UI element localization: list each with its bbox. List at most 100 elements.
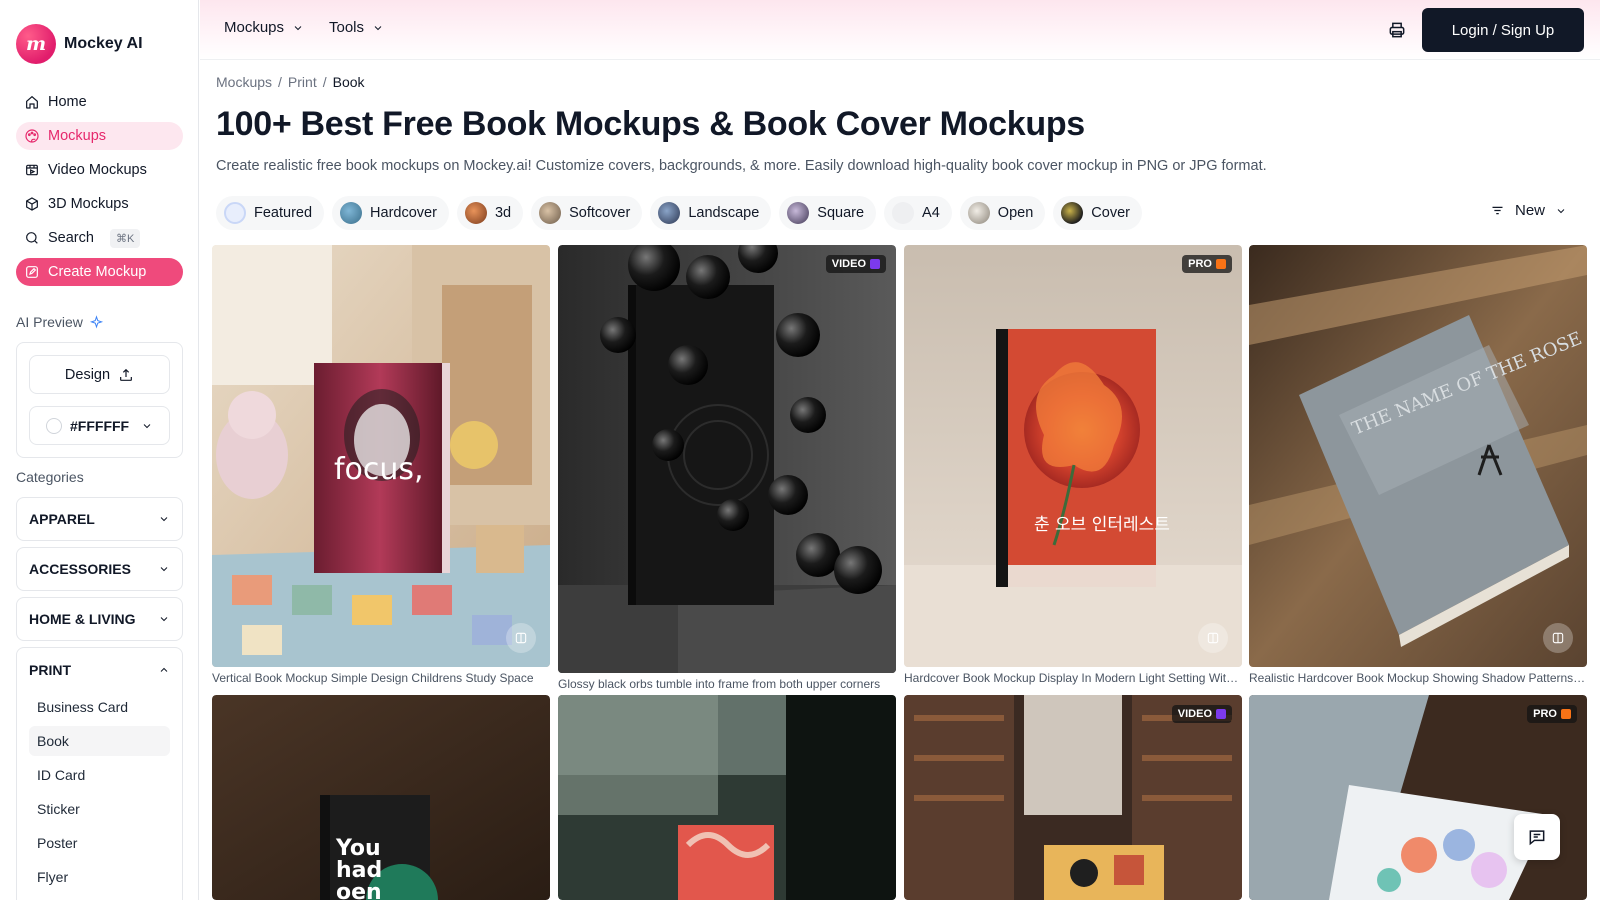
top-bar: Mockups Tools Login / Sign Up: [200, 0, 1600, 60]
subcategory-poster[interactable]: Poster: [29, 828, 170, 858]
sort-dropdown[interactable]: New: [1490, 202, 1567, 219]
subcategory-business-card[interactable]: Business Card: [29, 692, 170, 722]
filter-chip-hardcover[interactable]: Hardcover: [332, 196, 449, 230]
chevron-down-icon: [160, 567, 168, 572]
cover-thumbnail: [1061, 202, 1084, 224]
filter-chip-a4[interactable]: A4: [884, 196, 952, 230]
mockup-card[interactable]: focus, Vertical Book Mockup Simple Desig…: [212, 245, 550, 687]
3d-thumbnail: [464, 202, 487, 224]
brand-link[interactable]: m Mockey AI: [16, 24, 143, 64]
sidebar-item-mockups[interactable]: Mockups: [16, 122, 183, 150]
category-label: PRINT: [29, 662, 71, 678]
chat-support-button[interactable]: [1514, 814, 1560, 860]
subcategory-flyer[interactable]: Flyer: [29, 862, 170, 892]
filter-chip-open[interactable]: Open: [959, 196, 1046, 230]
filter-chips: Featured Hardcover 3d Softcover Landscap…: [216, 196, 1142, 230]
mockup-card[interactable]: 춘 오브 인터레스트 PRO Hardcover Book Mockup Dis…: [904, 245, 1242, 687]
video-icon: [26, 164, 38, 176]
mockup-card[interactable]: VIDEO Glossy black orbs tumble into fram…: [558, 245, 896, 693]
mockup-image: focus,: [212, 245, 550, 667]
tools-menu[interactable]: Tools: [329, 19, 384, 36]
subcategory-book[interactable]: Book: [29, 726, 170, 756]
chevron-down-icon: [294, 25, 302, 30]
landscape-thumbnail: [658, 202, 681, 224]
cover-text: oen: [336, 880, 382, 900]
mockup-image: VIDEO: [904, 695, 1242, 900]
mockup-card[interactable]: You had oen: [212, 695, 550, 900]
cover-text: focus,: [334, 452, 424, 487]
chevron-down-icon: [160, 517, 168, 522]
compare-icon: [1552, 632, 1564, 644]
mockups-menu[interactable]: Mockups: [224, 19, 304, 36]
breadcrumb-separator: /: [278, 74, 282, 90]
a4-thumbnail: [892, 202, 915, 224]
subcategory-id-card[interactable]: ID Card: [29, 760, 170, 790]
mockup-caption[interactable]: Realistic Hardcover Book Mockup Showing …: [1249, 671, 1587, 685]
login-signup-button[interactable]: Login / Sign Up: [1422, 8, 1584, 52]
filter-chip-label: Cover: [1091, 205, 1130, 221]
compare-icon: [515, 632, 527, 644]
menu-label: Mockups: [224, 19, 285, 36]
sidebar-item-video-mockups[interactable]: Video Mockups: [16, 156, 183, 184]
category-list: APPAREL ACCESSORIES HOME & LIVING PRINT …: [16, 497, 183, 900]
category-home-living[interactable]: HOME & LIVING: [16, 597, 183, 641]
sidebar-item-3d-mockups[interactable]: 3D Mockups: [16, 190, 183, 218]
category-print-header[interactable]: PRINT: [17, 648, 182, 692]
compare-icon: [1207, 632, 1219, 644]
brand-logo-icon: m: [16, 24, 56, 64]
compare-button[interactable]: [1543, 623, 1573, 653]
video-badge-icon: [1216, 709, 1226, 719]
compare-button[interactable]: [506, 623, 536, 653]
compare-button[interactable]: [1198, 623, 1228, 653]
filter-chip-label: A4: [922, 205, 940, 221]
video-badge: VIDEO: [1171, 705, 1232, 723]
filter-chip-label: Landscape: [688, 205, 760, 221]
category-accessories[interactable]: ACCESSORIES: [16, 547, 183, 591]
filter-chip-cover[interactable]: Cover: [1053, 196, 1142, 230]
sidebar-item-home[interactable]: Home: [16, 88, 183, 116]
mockup-card[interactable]: [558, 695, 896, 900]
mockup-card[interactable]: PRO: [1249, 695, 1587, 900]
design-upload-button[interactable]: Design: [29, 355, 170, 394]
filter-chip-label: Featured: [254, 205, 313, 221]
mockup-card[interactable]: VIDEO: [904, 695, 1242, 900]
softcover-thumbnail: [539, 202, 562, 224]
sidebar-item-search[interactable]: Search ⌘K: [16, 224, 183, 252]
ai-preview-heading: AI Preview: [16, 314, 104, 330]
printer-button[interactable]: [1387, 20, 1407, 40]
pro-badge: PRO: [1182, 255, 1232, 273]
filter-chip-featured[interactable]: Featured: [216, 196, 325, 230]
mockup-card[interactable]: THE NAME OF THE ROSE Realistic Hardcover…: [1249, 245, 1587, 687]
cover-text: 춘 오브 인터레스트: [1034, 515, 1170, 535]
chevron-down-icon: [374, 25, 382, 30]
category-label: APPAREL: [29, 511, 95, 527]
filter-chip-landscape[interactable]: Landscape: [650, 196, 772, 230]
filter-chip-label: Open: [997, 205, 1034, 221]
sparkle-icon: [89, 314, 104, 328]
filter-chip-3d[interactable]: 3d: [456, 196, 524, 230]
breadcrumb-print[interactable]: Print: [288, 74, 317, 90]
printer-icon: [1389, 22, 1405, 38]
mockup-caption[interactable]: Glossy black orbs tumble into frame from…: [558, 677, 896, 691]
mockup-caption[interactable]: Vertical Book Mockup Simple Design Child…: [212, 671, 550, 685]
color-picker-dropdown[interactable]: #FFFFFF: [29, 406, 170, 445]
chevron-down-icon: [143, 423, 151, 428]
badge-label: PRO: [1533, 708, 1557, 720]
category-label: HOME & LIVING: [29, 611, 136, 627]
video-badge-icon: [870, 259, 880, 269]
filter-chip-softcover[interactable]: Softcover: [531, 196, 643, 230]
sidebar: m Mockey AI Home Mockups Video Mockups 3…: [0, 0, 199, 900]
subcategory-sticker[interactable]: Sticker: [29, 794, 170, 824]
mockup-caption[interactable]: Hardcover Book Mockup Display In Modern …: [904, 671, 1242, 685]
filter-chip-square[interactable]: Square: [779, 196, 877, 230]
chevron-down-icon: [1557, 208, 1565, 213]
breadcrumb-mockups[interactable]: Mockups: [216, 74, 272, 90]
create-mockup-button[interactable]: Create Mockup: [16, 258, 183, 286]
ai-preview-label: AI Preview: [16, 314, 83, 330]
category-apparel[interactable]: APPAREL: [16, 497, 183, 541]
breadcrumb-current: Book: [332, 74, 365, 90]
breadcrumb: Mockups / Print / Book: [216, 74, 365, 90]
edit-icon: [26, 266, 38, 278]
filter-lines-icon: [1492, 206, 1503, 215]
pro-badge: PRO: [1527, 705, 1577, 723]
